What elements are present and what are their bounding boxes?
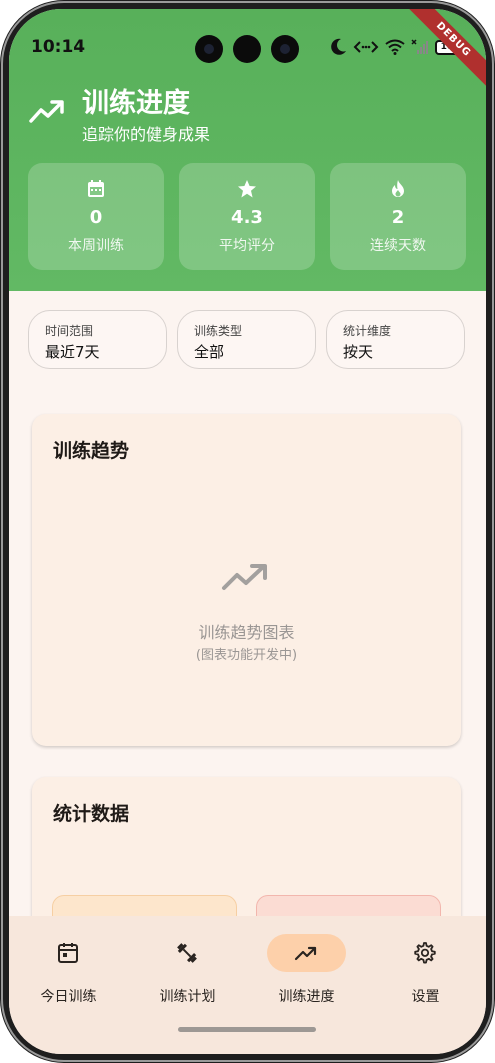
nav-label: 设置 bbox=[411, 989, 440, 1005]
signal-icon bbox=[411, 39, 428, 54]
nav-progress[interactable]: 训练进度 bbox=[247, 916, 366, 1016]
camera-lens-icon bbox=[233, 35, 261, 63]
star-icon bbox=[238, 180, 256, 198]
stat-card-rating: 4.3 平均评分 bbox=[179, 163, 315, 270]
stat-value: 0 bbox=[89, 207, 103, 228]
page-title: 训练进度 bbox=[82, 88, 190, 119]
fire-icon bbox=[392, 180, 404, 197]
chart-placeholder: 训练趋势图表 bbox=[198, 623, 295, 642]
status-bar: 10:14 100 DEBUG bbox=[9, 9, 486, 100]
page-subtitle: 追踪你的健身成果 bbox=[82, 125, 211, 144]
trend-card-title: 训练趋势 bbox=[53, 440, 130, 462]
phone-frame: 10:14 100 DEBUG bbox=[0, 0, 495, 1063]
stat-card-weekly: 0 本周训练 bbox=[28, 163, 164, 270]
stat-card-streak: 2 连续天数 bbox=[330, 163, 466, 270]
stats-card-title: 统计数据 bbox=[53, 803, 130, 825]
gear-icon bbox=[414, 942, 436, 964]
header-title-row: 训练进度 追踪你的健身成果 bbox=[29, 81, 459, 145]
nav-label: 今日训练 bbox=[40, 989, 97, 1005]
home-indicator[interactable] bbox=[178, 1027, 316, 1032]
trend-card: 训练趋势 训练趋势图表 (图表功能开发中) bbox=[32, 414, 461, 746]
nav-label: 训练计划 bbox=[159, 989, 216, 1005]
calendar-icon bbox=[58, 943, 78, 963]
filter-dimension[interactable]: 统计维度 按天 bbox=[326, 310, 465, 369]
wifi-icon bbox=[385, 39, 405, 55]
stat-label: 连续天数 bbox=[370, 238, 426, 254]
camera-lens-icon bbox=[271, 35, 299, 63]
camera-cutout bbox=[195, 35, 299, 63]
dumbbell-icon bbox=[177, 943, 197, 963]
nav-label: 训练进度 bbox=[278, 989, 335, 1005]
bottom-navigation: 今日训练 训练计划 训练进度 设置 bbox=[9, 916, 486, 1054]
filter-value: 按天 bbox=[343, 343, 374, 361]
moon-icon bbox=[331, 38, 346, 55]
filter-label: 训练类型 bbox=[194, 324, 243, 338]
chart-placeholder-note: (图表功能开发中) bbox=[195, 648, 298, 663]
stat-label: 平均评分 bbox=[219, 238, 275, 254]
stat-label: 本周训练 bbox=[68, 238, 124, 254]
nav-plan[interactable]: 训练计划 bbox=[128, 916, 247, 1016]
nav-settings[interactable]: 设置 bbox=[366, 916, 485, 1016]
app-screen: 10:14 100 DEBUG bbox=[9, 9, 486, 1054]
trending-up-icon bbox=[29, 100, 64, 123]
calendar-icon bbox=[88, 180, 104, 197]
stat-value: 4.3 bbox=[231, 207, 263, 228]
status-time: 10:14 bbox=[31, 37, 86, 57]
progress-header: 10:14 100 DEBUG bbox=[9, 9, 486, 291]
stat-value: 2 bbox=[391, 207, 405, 228]
filter-value: 最近7天 bbox=[45, 343, 100, 361]
trending-up-icon bbox=[294, 946, 317, 961]
trending-up-icon bbox=[222, 564, 267, 590]
filter-label: 时间范围 bbox=[45, 324, 94, 338]
camera-lens-icon bbox=[195, 35, 223, 63]
filter-label: 统计维度 bbox=[343, 324, 392, 338]
code-icon bbox=[353, 41, 379, 53]
filter-time-range[interactable]: 时间范围 最近7天 bbox=[28, 310, 167, 369]
filter-training-type[interactable]: 训练类型 全部 bbox=[177, 310, 316, 369]
filter-value: 全部 bbox=[194, 343, 225, 361]
nav-today[interactable]: 今日训练 bbox=[9, 916, 128, 1016]
